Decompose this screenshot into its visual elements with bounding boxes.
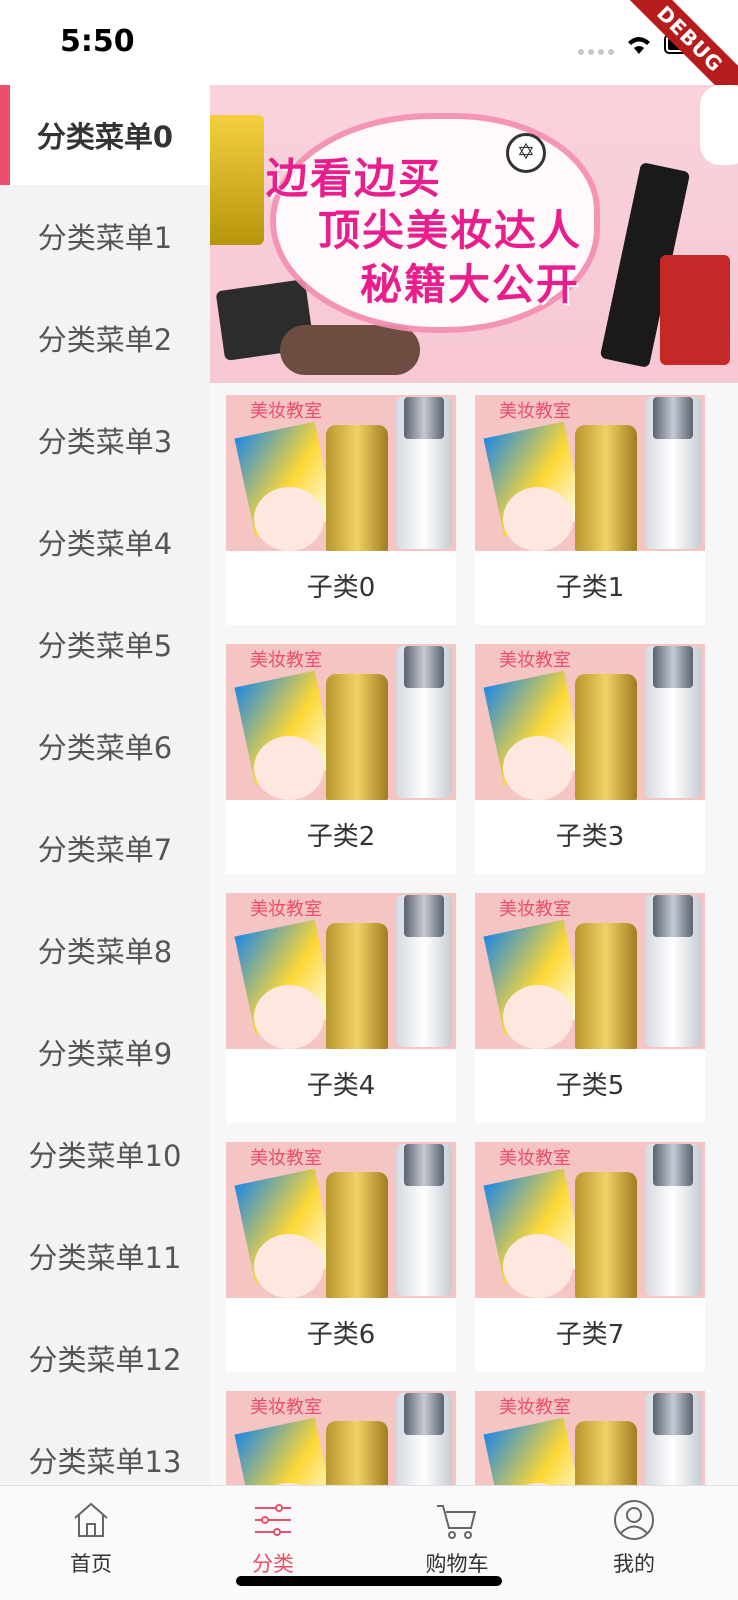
- promo-banner[interactable]: ✡ 边看边买 顶尖美妆达人 秘籍大公开: [210, 85, 738, 383]
- banner-perfume-image: [210, 115, 264, 245]
- subcategory-image: 美妆教室: [226, 395, 456, 551]
- subcategory-card[interactable]: 美妆教室: [475, 1391, 705, 1485]
- category-item-10[interactable]: 分类菜单10: [0, 1103, 210, 1205]
- category-item-6[interactable]: 分类菜单6: [0, 695, 210, 797]
- subcategory-card[interactable]: 美妆教室子类1: [475, 395, 705, 625]
- subcategory-image: 美妆教室: [475, 893, 705, 1049]
- subcategory-card[interactable]: 美妆教室: [226, 1391, 456, 1485]
- subcategory-image: 美妆教室: [475, 644, 705, 800]
- subcategory-image: 美妆教室: [226, 644, 456, 800]
- banner-serum-image: [660, 255, 730, 365]
- banner-sunglasses-image: [280, 325, 420, 375]
- category-item-0[interactable]: 分类菜单0: [0, 85, 210, 185]
- subcategory-image: 美妆教室: [226, 1142, 456, 1298]
- category-item-7[interactable]: 分类菜单7: [0, 797, 210, 899]
- category-item-9[interactable]: 分类菜单9: [0, 1001, 210, 1103]
- tab-home[interactable]: 首页: [31, 1496, 151, 1586]
- subcategory-image: 美妆教室: [226, 1391, 456, 1485]
- banner-line-2: 顶尖美妆达人: [318, 206, 583, 255]
- home-indicator[interactable]: [236, 1576, 502, 1586]
- category-item-3[interactable]: 分类菜单3: [0, 389, 210, 491]
- subcategory-label: 子类4: [306, 1070, 376, 1101]
- subcategory-card[interactable]: 美妆教室子类5: [475, 893, 705, 1123]
- subcategory-image-tag: 美妆教室: [250, 1148, 322, 1169]
- tab-label: 首页: [70, 1552, 112, 1576]
- subcategory-label: 子类0: [306, 572, 376, 603]
- category-icon: [251, 1498, 295, 1542]
- screen: 5:50 DEBUG 分类菜单0 分类菜单1 分类菜单2 分类菜单3 分类菜单4 分类菜单…: [0, 0, 738, 1600]
- tab-profile[interactable]: 我的: [574, 1496, 694, 1586]
- subcategory-label: 子类3: [555, 821, 625, 852]
- banner-mask-image: [700, 85, 738, 165]
- tab-category[interactable]: 分类: [213, 1496, 333, 1586]
- tab-label: 分类: [252, 1552, 294, 1576]
- category-item-1[interactable]: 分类菜单1: [0, 185, 210, 287]
- subcategory-image-tag: 美妆教室: [250, 401, 322, 422]
- tab-label: 购物车: [425, 1552, 489, 1576]
- wifi-icon: [628, 37, 650, 54]
- subcategory-image-tag: 美妆教室: [499, 1148, 571, 1169]
- signal-icon: [578, 49, 614, 55]
- category-item-11[interactable]: 分类菜单11: [0, 1205, 210, 1307]
- category-item-13[interactable]: 分类菜单13: [0, 1409, 210, 1485]
- category-item-2[interactable]: 分类菜单2: [0, 287, 210, 389]
- category-menu[interactable]: 分类菜单0 分类菜单1 分类菜单2 分类菜单3 分类菜单4 分类菜单5 分类菜单6 分类菜单7…: [0, 85, 210, 1485]
- subcategory-card[interactable]: 美妆教室子类6: [226, 1142, 456, 1372]
- subcategory-card[interactable]: 美妆教室子类3: [475, 644, 705, 874]
- subcategory-image: 美妆教室: [475, 1391, 705, 1485]
- subcategory-label: 子类7: [555, 1319, 625, 1350]
- category-item-8[interactable]: 分类菜单8: [0, 899, 210, 1001]
- subcategory-image: 美妆教室: [226, 893, 456, 1049]
- subcategory-image-tag: 美妆教室: [250, 1397, 322, 1418]
- subcategory-label: 子类1: [555, 572, 625, 603]
- subcategory-image-tag: 美妆教室: [499, 401, 571, 422]
- subcategory-label: 子类2: [306, 821, 376, 852]
- subcategory-card[interactable]: 美妆教室子类4: [226, 893, 456, 1123]
- subcategory-image-tag: 美妆教室: [250, 899, 322, 920]
- tab-cart[interactable]: 购物车: [397, 1496, 517, 1586]
- status-time: 5:50: [60, 24, 135, 59]
- subcategory-card[interactable]: 美妆教室子类0: [226, 395, 456, 625]
- banner-badge-icon: ✡: [506, 133, 546, 173]
- subcategory-image: 美妆教室: [475, 395, 705, 551]
- category-item-5[interactable]: 分类菜单5: [0, 593, 210, 695]
- subcategory-image-tag: 美妆教室: [499, 650, 571, 671]
- category-item-4[interactable]: 分类菜单4: [0, 491, 210, 593]
- home-icon: [69, 1498, 113, 1542]
- category-item-12[interactable]: 分类菜单12: [0, 1307, 210, 1409]
- subcategory-label: 子类6: [306, 1319, 376, 1350]
- subcategory-image-tag: 美妆教室: [250, 650, 322, 671]
- subcategory-image-tag: 美妆教室: [499, 899, 571, 920]
- subcategory-image: 美妆教室: [475, 1142, 705, 1298]
- banner-line-3: 秘籍大公开: [360, 260, 581, 309]
- tab-label: 我的: [613, 1552, 655, 1576]
- category-content[interactable]: ✡ 边看边买 顶尖美妆达人 秘籍大公开 美妆教室 子类0 美妆教室 子类1 美妆教室 子类…: [210, 85, 738, 1485]
- cart-icon: [435, 1498, 479, 1542]
- subcategory-card[interactable]: 美妆教室子类2: [226, 644, 456, 874]
- subcategory-image-tag: 美妆教室: [499, 1397, 571, 1418]
- subcategory-label: 子类5: [555, 1070, 625, 1101]
- status-bar: 5:50 DEBUG: [0, 0, 738, 121]
- subcategory-card[interactable]: 美妆教室子类7: [475, 1142, 705, 1372]
- profile-icon: [612, 1498, 656, 1542]
